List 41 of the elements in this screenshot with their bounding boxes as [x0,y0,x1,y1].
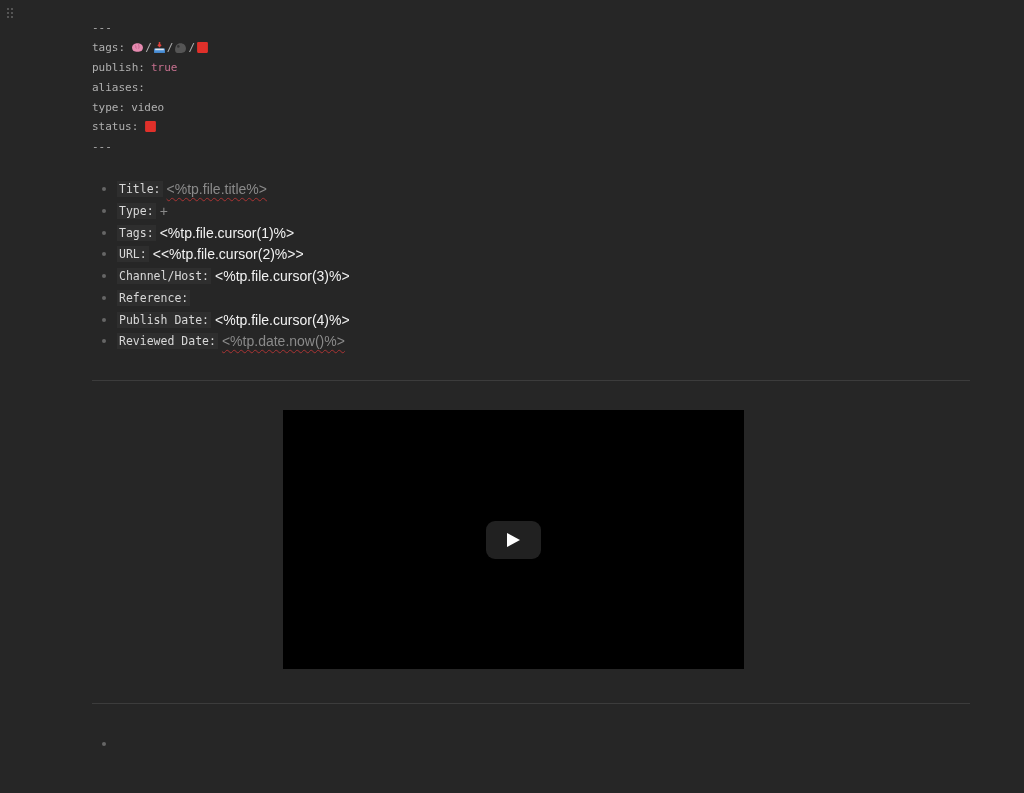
bullet-icon [102,317,106,322]
tag-separator: / [166,41,174,55]
field-label: Reference: [117,289,191,306]
field-value: <<%tp.file.cursor(2)%>> [152,246,304,263]
play-icon [505,531,521,548]
field-value: + [159,203,168,220]
bullet-icon [102,252,106,257]
drag-handle-icon[interactable] [7,8,13,18]
frontmatter-value: video [131,100,165,114]
field-label: Publish Date: [117,311,211,328]
animal-icon [174,41,188,55]
play-button[interactable] [485,520,541,559]
bullet-icon [102,187,106,192]
tag-separator: / [145,41,152,55]
frontmatter-key: tags: [92,41,126,55]
field-label: URL: [117,246,149,263]
tag-separator: / [188,41,195,55]
frontmatter-value: true [151,61,178,74]
square-icon [144,120,158,134]
field-label: Type: [117,203,156,220]
brain-icon [131,41,145,55]
inbox-tray-icon [152,41,166,55]
square-icon [196,41,209,55]
bullet-icon [102,230,106,235]
bullet-icon [102,339,106,344]
field-label: Tags: [117,224,156,241]
frontmatter-delimiter: --- [92,21,112,35]
field-label: Reviewed Date: [117,333,218,350]
frontmatter-key: publish: [92,61,145,74]
bullet-icon [102,274,106,279]
field-label: Title: [117,181,163,198]
field-value: <%tp.file.cursor(3)%> [215,268,350,285]
frontmatter-key: type: [92,100,126,114]
field-label: Channel/Host: [117,268,211,285]
frontmatter-delimiter: --- [92,140,112,154]
bullet-icon [102,295,106,300]
frontmatter-key: status: [92,120,139,134]
frontmatter-key: aliases: [92,80,145,94]
field-value: <%tp.file.cursor(1)%> [159,224,295,241]
bullet-icon [102,209,106,214]
field-value: <%tp.file.cursor(4)%> [215,311,350,328]
